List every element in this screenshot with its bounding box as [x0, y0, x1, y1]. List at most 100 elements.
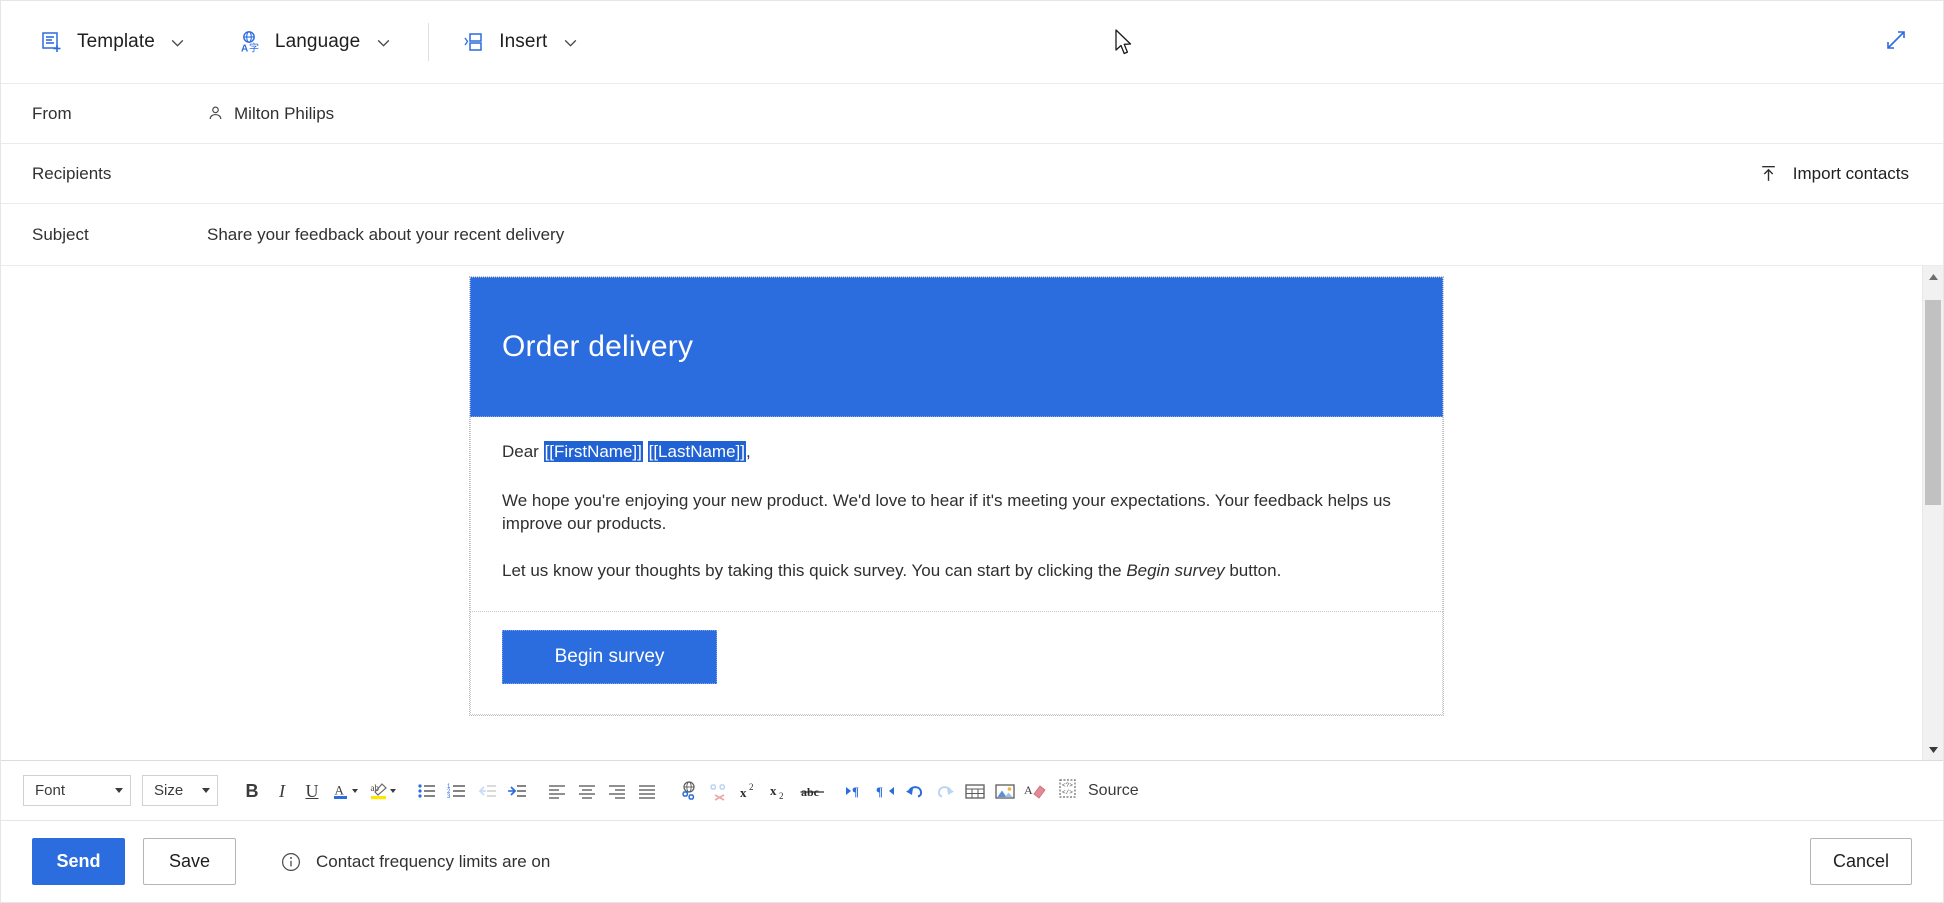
font-size-select[interactable]: Size: [142, 775, 218, 806]
svg-text:字: 字: [249, 42, 259, 55]
caret-up-icon: [1928, 268, 1939, 286]
align-center-button[interactable]: [573, 777, 601, 805]
align-left-icon: [547, 782, 567, 800]
subject-input[interactable]: Share your feedback about your recent de…: [207, 225, 564, 245]
decrease-indent-icon: [477, 782, 497, 800]
strikethrough-button[interactable]: abc: [795, 777, 831, 805]
from-value[interactable]: Milton Philips: [207, 104, 334, 124]
insert-table-icon: [964, 782, 986, 800]
scroll-down-button[interactable]: [1923, 739, 1943, 760]
placeholder-lastname[interactable]: [[LastName]]: [648, 441, 746, 462]
numbered-list-button[interactable]: 1 2 3: [443, 777, 471, 805]
italic-button[interactable]: I: [268, 777, 296, 805]
text-direction-ltr-button[interactable]: ¶: [841, 777, 869, 805]
info-circle-icon: [280, 851, 302, 873]
paragraph-2-post: button.: [1225, 561, 1282, 580]
svg-text:A: A: [335, 782, 345, 797]
recipients-label: Recipients: [32, 164, 207, 184]
contact-frequency-label: Contact frequency limits are on: [316, 852, 550, 872]
svg-text:2: 2: [779, 791, 784, 800]
text-direction-ltr-icon: ¶: [844, 782, 866, 800]
text-color-icon: A: [333, 781, 350, 801]
underline-button[interactable]: U: [298, 777, 326, 805]
font-family-select[interactable]: Font: [23, 775, 131, 806]
redo-button[interactable]: [931, 777, 959, 805]
import-contacts-button[interactable]: Import contacts: [1748, 154, 1919, 194]
decrease-indent-button[interactable]: [473, 777, 501, 805]
language-icon: A 字: [237, 29, 263, 55]
source-label: Source: [1088, 782, 1139, 800]
unlink-icon: [708, 781, 730, 801]
svg-text:x: x: [740, 785, 747, 800]
insert-table-button[interactable]: [961, 777, 989, 805]
insert-label: Insert: [499, 31, 547, 53]
source-view-button[interactable]: <?> </> Source: [1052, 777, 1145, 805]
scrollbar-thumb[interactable]: [1925, 300, 1941, 505]
email-body-cell[interactable]: Dear [[FirstName]] [[LastName]], We hope…: [470, 417, 1443, 612]
undo-button[interactable]: [901, 777, 929, 805]
placeholder-firstname[interactable]: [[FirstName]]: [544, 441, 643, 462]
editor-canvas-wrapper: Order delivery Dear [[FirstName]] [[Last…: [1, 266, 1943, 760]
bold-button[interactable]: B: [238, 777, 266, 805]
email-paragraph-2: Let us know your thoughts by taking this…: [502, 560, 1411, 583]
remove-format-button[interactable]: A: [1021, 777, 1049, 805]
align-right-icon: [607, 782, 627, 800]
bulleted-list-button[interactable]: [413, 777, 441, 805]
bottom-action-bar: Send Save Contact frequency limits are o…: [1, 820, 1943, 902]
email-banner-title: Order delivery: [502, 330, 693, 364]
subject-row[interactable]: Subject Share your feedback about your r…: [1, 204, 1943, 266]
person-icon: [207, 105, 224, 122]
bold-icon: B: [246, 782, 259, 800]
link-group: x 2 x 2 abc: [674, 777, 832, 805]
subject-label: Subject: [32, 225, 207, 245]
rich-text-format-toolbar: Font Size B I U A: [1, 760, 1943, 820]
insert-menu-button[interactable]: Insert: [451, 18, 589, 66]
svg-text:3: 3: [447, 794, 451, 800]
toolbar-divider: [428, 23, 429, 61]
expand-editor-button[interactable]: [1879, 25, 1913, 59]
svg-text:</>: </>: [1062, 789, 1073, 796]
save-button[interactable]: Save: [143, 838, 236, 885]
cancel-button[interactable]: Cancel: [1810, 838, 1912, 885]
svg-text:¶: ¶: [852, 784, 859, 799]
increase-indent-icon: [507, 782, 527, 800]
align-left-button[interactable]: [543, 777, 571, 805]
chevron-down-icon: [115, 788, 123, 793]
align-right-button[interactable]: [603, 777, 631, 805]
highlight-color-button[interactable]: ab: [365, 777, 401, 805]
email-paragraph-1: We hope you're enjoying your new product…: [502, 490, 1411, 536]
text-color-button[interactable]: A: [328, 777, 363, 805]
editor-vertical-scrollbar[interactable]: [1922, 266, 1943, 760]
template-menu-button[interactable]: Template: [29, 18, 197, 66]
undo-icon: [904, 781, 926, 801]
italic-icon: I: [279, 782, 285, 800]
begin-survey-button[interactable]: Begin survey: [502, 630, 717, 684]
scroll-up-button[interactable]: [1923, 266, 1943, 287]
superscript-button[interactable]: x 2: [735, 777, 763, 805]
justify-button[interactable]: [633, 777, 661, 805]
font-family-value: Font: [35, 782, 65, 799]
highlight-color-icon: ab: [370, 781, 388, 801]
unlink-button[interactable]: [705, 777, 733, 805]
text-direction-rtl-button[interactable]: ¶: [871, 777, 899, 805]
send-button[interactable]: Send: [32, 838, 125, 885]
subscript-button[interactable]: x 2: [765, 777, 793, 805]
template-label: Template: [77, 31, 155, 53]
superscript-icon: x 2: [739, 782, 759, 800]
increase-indent-button[interactable]: [503, 777, 531, 805]
from-row[interactable]: From Milton Philips: [1, 84, 1943, 144]
insert-link-button[interactable]: [675, 777, 703, 805]
insert-image-button[interactable]: [991, 777, 1019, 805]
recipients-row[interactable]: Recipients Import contacts: [1, 144, 1943, 204]
svg-text:A: A: [1024, 783, 1033, 797]
email-editor-canvas[interactable]: Order delivery Dear [[FirstName]] [[Last…: [1, 266, 1922, 760]
remove-format-icon: A: [1023, 781, 1047, 801]
import-contacts-label: Import contacts: [1793, 164, 1909, 184]
template-icon: [39, 29, 65, 55]
command-bar: Template A 字 Language: [1, 1, 1943, 84]
email-banner[interactable]: Order delivery: [470, 277, 1443, 417]
language-menu-button[interactable]: A 字 Language: [227, 18, 402, 66]
caret-down-icon: [1928, 741, 1939, 759]
align-center-icon: [577, 782, 597, 800]
numbered-list-icon: 1 2 3: [447, 782, 467, 800]
